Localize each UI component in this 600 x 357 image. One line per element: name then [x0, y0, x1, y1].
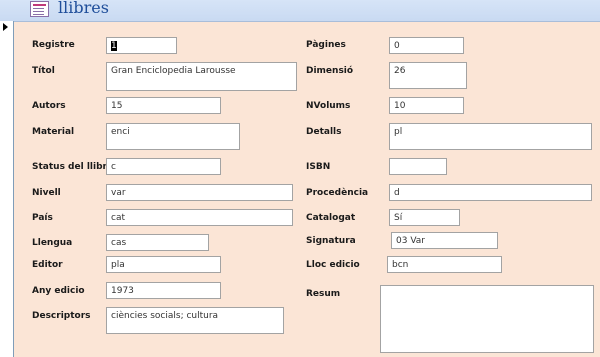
descriptors-field[interactable]: ciències socials; cultura — [106, 307, 284, 334]
registre-value: 1 — [111, 41, 117, 51]
any-edicio-label: Any edicio — [32, 286, 85, 296]
lloc-edicio-field[interactable]: bcn — [387, 256, 502, 273]
form-icon — [30, 1, 49, 17]
material-label: Material — [32, 127, 75, 137]
dimensio-label: Dimensió — [306, 66, 354, 76]
procedencia-label: Procedència — [306, 188, 369, 198]
procedencia-field[interactable]: d — [389, 184, 592, 201]
resum-field[interactable] — [380, 285, 594, 353]
current-record-arrow-icon — [3, 23, 8, 31]
signatura-label: Signatura — [306, 236, 356, 246]
editor-field[interactable]: pla — [106, 256, 221, 273]
llengua-label: Llengua — [32, 238, 73, 248]
descriptors-label: Descriptors — [32, 311, 91, 321]
nvolums-label: NVolums — [306, 101, 351, 111]
nivell-label: Nivell — [32, 188, 61, 198]
titol-field[interactable]: Gran Enciclopedia Larousse — [106, 62, 297, 91]
autors-label: Autors — [32, 101, 66, 111]
nivell-field[interactable]: var — [106, 184, 293, 201]
pagines-label: Pàgines — [306, 40, 346, 50]
record-selector[interactable] — [0, 21, 14, 357]
detalls-label: Detalls — [306, 127, 342, 137]
form-header: llibres — [0, 0, 600, 22]
resum-label: Resum — [306, 289, 341, 299]
lloc-edicio-label: Lloc edicio — [306, 260, 360, 270]
registre-field[interactable]: 1 — [106, 37, 177, 54]
pagines-field[interactable]: 0 — [389, 37, 464, 54]
detalls-field[interactable]: pl — [389, 123, 592, 150]
nvolums-field[interactable]: 10 — [389, 97, 464, 114]
any-edicio-field[interactable]: 1973 — [106, 282, 221, 299]
autors-field[interactable]: 15 — [106, 97, 221, 114]
form-title: llibres — [58, 0, 109, 17]
isbn-field[interactable] — [389, 158, 447, 175]
catalogat-label: Catalogat — [306, 213, 356, 223]
signatura-field[interactable]: 03 Var — [391, 232, 498, 249]
registre-label: Registre — [32, 40, 75, 50]
status-field[interactable]: c — [106, 158, 221, 175]
dimensio-field[interactable]: 26 — [389, 62, 467, 89]
isbn-label: ISBN — [306, 162, 331, 172]
editor-label: Editor — [32, 260, 63, 270]
status-label: Status del llibre — [32, 162, 114, 172]
titol-label: Títol — [32, 66, 55, 76]
catalogat-field[interactable]: Sí — [389, 209, 460, 226]
llengua-field[interactable]: cas — [106, 234, 209, 251]
pais-field[interactable]: cat — [106, 209, 293, 226]
pais-label: País — [32, 213, 53, 223]
material-field[interactable]: enci — [106, 123, 240, 150]
